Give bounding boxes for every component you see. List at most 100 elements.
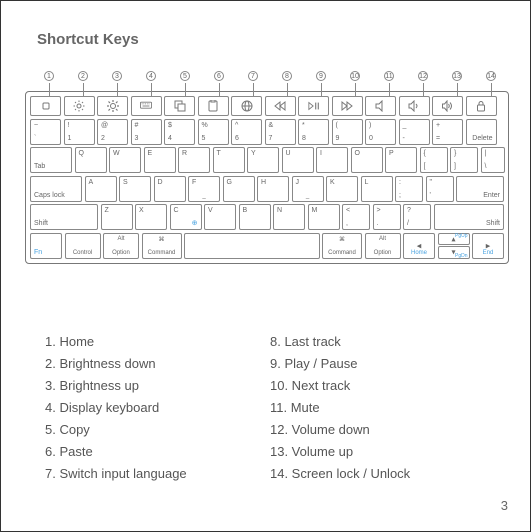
key-display-keyboard — [131, 96, 162, 116]
key-down: ▾PgDn — [438, 246, 470, 259]
key-y: Y — [247, 147, 279, 173]
key-comma: <, — [342, 204, 370, 230]
key-paste — [198, 96, 229, 116]
key-brightness-up — [97, 96, 128, 116]
key-backtick: ~` — [30, 119, 61, 145]
key-bracket-l: {[ — [420, 147, 448, 173]
callout-13: 13 — [450, 65, 464, 97]
key-option-l: AltOption — [103, 233, 139, 259]
key-play-pause — [298, 96, 329, 116]
key-a: A — [85, 176, 117, 202]
callout-11: 11 — [382, 65, 396, 97]
key-i: I — [316, 147, 348, 173]
key-enter: Enter — [456, 176, 504, 202]
row-1: ~` !1 @2 #3 $4 %5 ^6 &7 *8 (9 )0 _- += D… — [30, 119, 504, 145]
key-tab: Tab — [30, 147, 72, 173]
key-left: ◂Home — [403, 233, 435, 259]
callout-6: 6 — [212, 65, 226, 97]
key-t: T — [213, 147, 245, 173]
key-brightness-down — [64, 96, 95, 116]
key-u: U — [282, 147, 314, 173]
keyboard: ~` !1 @2 #3 $4 %5 ^6 &7 *8 (9 )0 _- += D… — [25, 91, 509, 264]
key-n: N — [273, 204, 305, 230]
legend-item: 14. Screen lock / Unlock — [270, 463, 495, 485]
key-f: F_ — [188, 176, 220, 202]
key-o: O — [351, 147, 383, 173]
key-8: *8 — [298, 119, 329, 145]
key-z: Z — [101, 204, 133, 230]
key-b: B — [239, 204, 271, 230]
key-shift-r: Shift — [434, 204, 505, 230]
callout-row: 1 2 3 4 5 6 7 8 9 10 11 12 13 14 — [33, 65, 501, 91]
legend-col-right: 8. Last track 9. Play / Pause 10. Next t… — [270, 331, 495, 485]
key-w: W — [109, 147, 141, 173]
legend-item: 3. Brightness up — [45, 375, 270, 397]
key-equals: += — [432, 119, 463, 145]
key-up-down: ▴PgUp ▾PgDn — [438, 233, 470, 259]
key-shift-l: Shift — [30, 204, 98, 230]
key-4: $4 — [164, 119, 195, 145]
key-up: ▴PgUp — [438, 233, 470, 246]
legend-item: 10. Next track — [270, 375, 495, 397]
key-mute — [365, 96, 396, 116]
key-l: L — [361, 176, 393, 202]
key-lock — [466, 96, 497, 116]
callout-2: 2 — [76, 65, 90, 97]
callout-1: 1 — [42, 65, 56, 97]
key-delete: Delete — [466, 119, 497, 145]
key-3: #3 — [131, 119, 162, 145]
page-title: Shortcut Keys — [37, 31, 139, 48]
key-space — [184, 233, 320, 259]
key-right: ▸End — [472, 233, 504, 259]
callout-4: 4 — [144, 65, 158, 97]
legend-item: 2. Brightness down — [45, 353, 270, 375]
key-copy — [164, 96, 195, 116]
callout-12: 12 — [416, 65, 430, 97]
callout-7: 7 — [246, 65, 260, 97]
key-e: E — [144, 147, 176, 173]
key-7: &7 — [265, 119, 296, 145]
key-m: M — [308, 204, 340, 230]
legend-item: 12. Volume down — [270, 419, 495, 441]
legend-item: 11. Mute — [270, 397, 495, 419]
key-2: @2 — [97, 119, 128, 145]
key-r: R — [178, 147, 210, 173]
key-control: Control — [65, 233, 101, 259]
legend-item: 13. Volume up — [270, 441, 495, 463]
key-c: C⊕ — [170, 204, 202, 230]
key-capslock: Caps lock — [30, 176, 82, 202]
callout-10: 10 — [348, 65, 362, 97]
legend-item: 6. Paste — [45, 441, 270, 463]
legend-item: 5. Copy — [45, 419, 270, 441]
callout-9: 9 — [314, 65, 328, 97]
row-4: Shift Z X C⊕ V B N M <, >. ?/ Shift — [30, 204, 504, 230]
key-volume-down — [399, 96, 430, 116]
page-number: 3 — [501, 498, 508, 513]
key-semicolon: :; — [395, 176, 423, 202]
key-command-r: ⌘Command — [322, 233, 362, 259]
row-2: Tab Q W E R T Y U I O P {[ }] |\ — [30, 147, 504, 173]
key-command-l: ⌘Command — [142, 233, 182, 259]
key-volume-up — [432, 96, 463, 116]
key-minus: _- — [399, 119, 430, 145]
key-x: X — [135, 204, 167, 230]
key-d: D — [154, 176, 186, 202]
key-p: P — [385, 147, 417, 173]
key-0: )0 — [365, 119, 396, 145]
key-switch-language — [231, 96, 262, 116]
legend: 1. Home 2. Brightness down 3. Brightness… — [45, 331, 495, 485]
key-home — [30, 96, 61, 116]
key-9: (9 — [332, 119, 363, 145]
keyboard-diagram: 1 2 3 4 5 6 7 8 9 10 11 12 13 14 — [25, 65, 509, 264]
key-k: K — [326, 176, 358, 202]
row-5: Fn Control AltOption ⌘Command ⌘Command A… — [30, 233, 504, 259]
key-v: V — [204, 204, 236, 230]
key-period: >. — [373, 204, 401, 230]
key-fn: Fn — [30, 233, 62, 259]
key-quote: "' — [426, 176, 454, 202]
row-3: Caps lock A S D F_ G H J_ K L :; "' Ente… — [30, 176, 504, 202]
legend-item: 9. Play / Pause — [270, 353, 495, 375]
legend-item: 7. Switch input language — [45, 463, 270, 485]
row-fn — [30, 96, 504, 116]
key-h: H — [257, 176, 289, 202]
